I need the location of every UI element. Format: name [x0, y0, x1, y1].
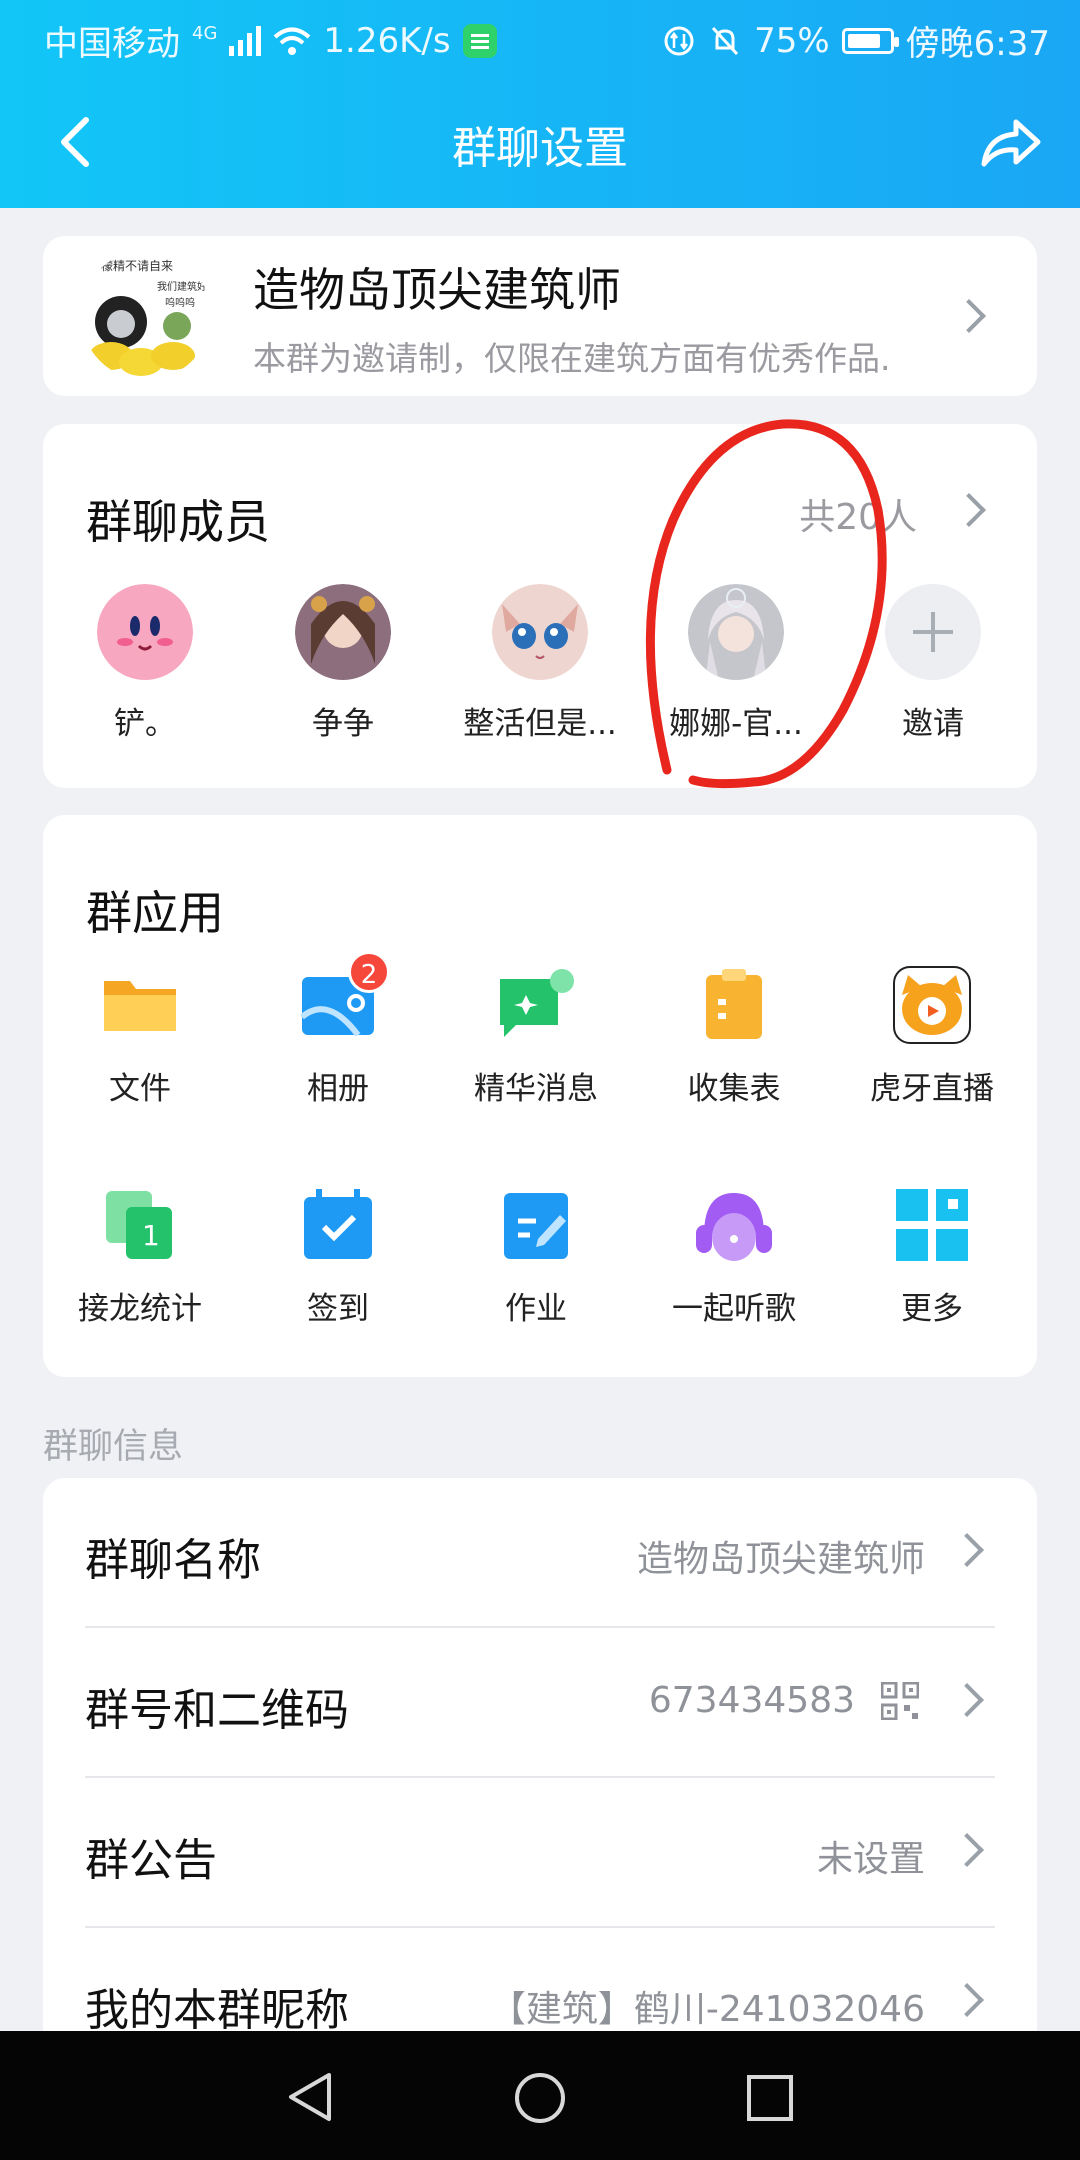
chevron-right-icon	[950, 1533, 984, 1567]
meme-avatar-image: 柠檬精不请自来 我们建筑好头 呜呜呜	[81, 250, 211, 380]
app-checkin[interactable]: 签到	[243, 1185, 433, 1328]
carrier-label: 中国移动	[44, 24, 180, 64]
svg-text:1: 1	[142, 1219, 160, 1252]
app-label: 文件	[109, 1071, 171, 1107]
kirby-avatar	[97, 584, 193, 680]
app-huya[interactable]: 虎牙直播	[837, 965, 1027, 1108]
info-section-title: 群聊信息	[43, 1427, 184, 1467]
net-speed: 1.26K/s	[323, 20, 451, 61]
group-apps-card: 群应用 文件 2 相册 精华消息 收集表 虎牙直播 1 接龙统计 签到 作业 一…	[43, 815, 1037, 1377]
chevron-right-icon	[952, 299, 986, 333]
svg-text:我们建筑好头: 我们建筑好头	[157, 280, 211, 293]
grid-more-icon	[892, 1185, 972, 1265]
nav-recents-icon[interactable]	[745, 2073, 795, 2123]
app-label: 精华消息	[474, 1071, 598, 1107]
group-profile-card[interactable]: 柠檬精不请自来 我们建筑好头 呜呜呜 造物岛顶尖建筑师 本群为邀请制，仅限在建筑…	[43, 236, 1037, 396]
svg-text:呜呜呜: 呜呜呜	[165, 296, 195, 309]
homework-edit-icon	[496, 1185, 576, 1265]
row-value: 673434583	[648, 1680, 855, 1721]
row-label: 我的本群昵称	[85, 1985, 349, 2036]
share-arrow-icon[interactable]	[978, 110, 1044, 176]
message-app-icon	[462, 23, 497, 58]
member-item[interactable]: 争争	[258, 584, 428, 743]
app-file[interactable]: 文件	[45, 965, 235, 1108]
battery-icon	[841, 27, 899, 54]
wifi-icon	[274, 27, 311, 55]
red-annotation-circle	[645, 419, 887, 789]
chevron-right-icon	[950, 1833, 984, 1867]
app-label: 虎牙直播	[870, 1071, 994, 1107]
row-value: 造物岛顶尖建筑师	[636, 1539, 925, 1580]
row-label: 群聊名称	[85, 1535, 261, 1586]
status-bar: 中国移动 4G 1.26K/s 75% 傍晚6:37	[0, 0, 1080, 72]
huya-tiger-icon	[892, 965, 972, 1045]
group-info-card: 群聊名称 造物岛顶尖建筑师 群号和二维码 673434583 群公告 未设置 我…	[43, 1478, 1037, 2098]
nav-back-icon[interactable]	[285, 2071, 335, 2123]
chevron-right-icon	[950, 1983, 984, 2017]
app-label: 相册	[307, 1071, 369, 1107]
plus-icon	[885, 584, 981, 680]
row-group-number-qr[interactable]: 群号和二维码 673434583	[85, 1628, 995, 1778]
app-album[interactable]: 2 相册	[243, 951, 433, 1108]
qr-code-icon	[881, 1682, 919, 1720]
app-more[interactable]: 更多	[837, 1185, 1027, 1328]
headphones-icon	[694, 1185, 774, 1265]
folder-icon	[100, 965, 180, 1045]
clipboard-icon	[694, 965, 774, 1045]
app-label: 更多	[901, 1291, 963, 1327]
row-value: 【建筑】鹤川-241032046	[489, 1989, 925, 2030]
member-name: 铲。	[114, 706, 176, 742]
members-title: 群聊成员	[86, 495, 270, 549]
member-item[interactable]: 整活但是...	[455, 584, 625, 743]
member-name: 整活但是...	[463, 706, 617, 742]
network-label: 4G	[192, 22, 218, 44]
top-header: 中国移动 4G 1.26K/s 75% 傍晚6:37 群聊设置	[0, 0, 1080, 208]
app-essence[interactable]: 精华消息	[441, 965, 631, 1108]
data-saver-icon	[664, 26, 694, 55]
row-value: 未设置	[816, 1839, 925, 1880]
album-icon: 2	[298, 951, 390, 1045]
chevron-right-icon	[950, 1683, 984, 1717]
row-label: 群号和二维码	[85, 1685, 349, 1736]
signal-icon	[229, 25, 262, 56]
clock: 傍晚6:37	[905, 24, 1050, 64]
calendar-check-icon	[298, 1185, 378, 1265]
app-label: 接龙统计	[78, 1291, 202, 1327]
title-bar: 群聊设置	[0, 100, 1080, 180]
chevron-right-icon[interactable]	[952, 493, 986, 527]
members-card: 群聊成员 共20人 铲。 争争 整活但是... 娜娜-官... 邀请	[43, 419, 1037, 789]
row-announcement[interactable]: 群公告 未设置	[85, 1778, 995, 1928]
app-label: 收集表	[687, 1071, 781, 1107]
app-label: 作业	[505, 1291, 567, 1327]
app-solitaire[interactable]: 1 接龙统计	[45, 1185, 235, 1328]
page-title: 群聊设置	[452, 123, 628, 174]
member-name: 争争	[312, 706, 374, 742]
app-label: 一起听歌	[672, 1291, 796, 1327]
app-label: 签到	[307, 1291, 369, 1327]
solitaire-icon: 1	[100, 1185, 180, 1265]
system-nav-bar	[0, 2031, 1080, 2160]
member-item[interactable]: 铲。	[60, 584, 230, 743]
group-name: 造物岛顶尖建筑师	[253, 263, 621, 317]
mute-bell-icon	[711, 26, 739, 55]
app-listen-together[interactable]: 一起听歌	[639, 1185, 829, 1328]
nav-home-icon[interactable]	[513, 2071, 567, 2125]
svg-text:柠檬精不请自来: 柠檬精不请自来	[89, 258, 173, 273]
row-label: 群公告	[85, 1835, 217, 1886]
row-group-name[interactable]: 群聊名称 造物岛顶尖建筑师	[85, 1478, 995, 1628]
app-homework[interactable]: 作业	[441, 1185, 631, 1328]
group-description: 本群为邀请制，仅限在建筑方面有优秀作品...	[253, 339, 893, 378]
cat-girl-avatar	[492, 584, 588, 680]
essence-message-icon	[496, 965, 576, 1045]
apps-title: 群应用	[86, 886, 224, 940]
battery-percent: 75%	[754, 20, 830, 61]
group-avatar: 柠檬精不请自来 我们建筑好头 呜呜呜	[81, 250, 211, 380]
anime-girl-avatar	[295, 584, 391, 680]
album-badge: 2	[348, 951, 390, 993]
app-collect-form[interactable]: 收集表	[639, 965, 829, 1108]
